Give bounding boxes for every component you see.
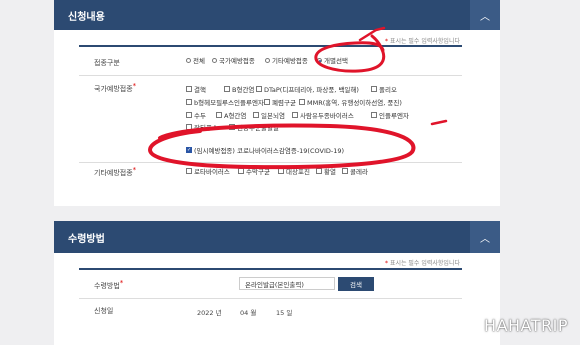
checkbox-influenza[interactable]: 인플루엔자 bbox=[371, 110, 409, 120]
checkbox-varicella[interactable]: 수두 bbox=[186, 110, 206, 120]
checkbox-typhoid[interactable]: 장티푸스 bbox=[186, 122, 218, 132]
chevron-up-icon: ︿ bbox=[480, 233, 490, 245]
radio-national[interactable]: 국가예방접종 bbox=[212, 55, 255, 65]
receive-method-panel-header: 수령방법 ︿ bbox=[54, 221, 500, 253]
chevron-up-icon: ︿ bbox=[480, 11, 490, 23]
radio-other[interactable]: 기타예방접종 bbox=[265, 55, 308, 65]
apply-date-label: 신청일 bbox=[94, 307, 114, 315]
checkbox-meningococcal[interactable]: 수막구균 bbox=[238, 166, 270, 176]
divider bbox=[79, 45, 462, 47]
checkbox-pneumococcal[interactable]: 폐렴구균 bbox=[264, 97, 296, 107]
collapse-button[interactable]: ︿ bbox=[470, 0, 500, 30]
checkbox-zoster[interactable]: 대상포진 bbox=[278, 166, 310, 176]
required-note: * 표시는 필수 입력사항입니다 bbox=[385, 260, 460, 267]
apply-date-day: 15 일 bbox=[276, 309, 293, 317]
checkbox-yellow-fever[interactable]: 황열 bbox=[316, 166, 336, 176]
other-vaccines-label: 기타예방접종* bbox=[94, 166, 137, 177]
divider bbox=[79, 162, 462, 163]
checkbox-mmr[interactable]: MMR(홍역, 유행성이하선염, 풍진) bbox=[299, 97, 402, 107]
panel-title: 신청내용 bbox=[68, 11, 105, 23]
checkbox-bcg[interactable]: 결핵 bbox=[186, 84, 206, 94]
apply-date-month: 04 월 bbox=[240, 309, 257, 317]
checkbox-hepa[interactable]: A형간염 bbox=[216, 110, 246, 120]
vaccination-type-label: 접종구분 bbox=[94, 59, 120, 67]
divider bbox=[79, 75, 462, 76]
search-button[interactable]: 검색 bbox=[338, 277, 374, 291]
checkbox-polio[interactable]: 폴리오 bbox=[371, 84, 397, 94]
receive-method-label: 수령방법* bbox=[94, 279, 124, 290]
application-panel: 신청내용 ︿ * 표시는 필수 입력사항입니다 접종구분 전체 국가예방접종 기… bbox=[54, 0, 500, 206]
watermark: HAHATRIP bbox=[484, 316, 568, 335]
receive-method-panel: 수령방법 ︿ * 표시는 필수 입력사항입니다 수령방법* 온라인발급(본인출력… bbox=[54, 221, 500, 345]
checkbox-hepb[interactable]: B형간염 bbox=[224, 84, 254, 94]
apply-date-year: 2022 년 bbox=[197, 309, 222, 317]
checkbox-cholera[interactable]: 콜레라 bbox=[342, 166, 368, 176]
divider bbox=[79, 268, 462, 270]
checkbox-je[interactable]: 일본뇌염 bbox=[253, 110, 285, 120]
checkbox-hfrs[interactable]: 신증후군출혈열 bbox=[229, 122, 279, 132]
radio-individual[interactable]: 개별선택 bbox=[317, 55, 348, 65]
checkbox-hib[interactable]: b형헤모필루스인플루엔자 bbox=[186, 97, 264, 107]
checkbox-dtap[interactable]: DTaP(디프테리아, 파상풍, 백일해) bbox=[256, 84, 359, 94]
collapse-button[interactable]: ︿ bbox=[470, 221, 500, 253]
checkbox-covid19[interactable]: (임시예방접종) 코로나바이러스감염증-19(COVID-19) bbox=[186, 145, 344, 155]
application-panel-header: 신청내용 ︿ bbox=[54, 0, 500, 30]
required-note: * 표시는 필수 입력사항입니다 bbox=[385, 38, 460, 45]
divider bbox=[79, 298, 462, 299]
checkbox-rotavirus[interactable]: 로타바이러스 bbox=[186, 166, 230, 176]
panel-title: 수령방법 bbox=[68, 233, 105, 245]
radio-all[interactable]: 전체 bbox=[186, 55, 205, 65]
checkbox-hpv[interactable]: 사람유두종바이러스 bbox=[292, 110, 354, 120]
receive-method-field[interactable]: 온라인발급(본인출력) bbox=[239, 277, 335, 290]
national-vaccines-label: 국가예방접종* bbox=[94, 82, 137, 93]
